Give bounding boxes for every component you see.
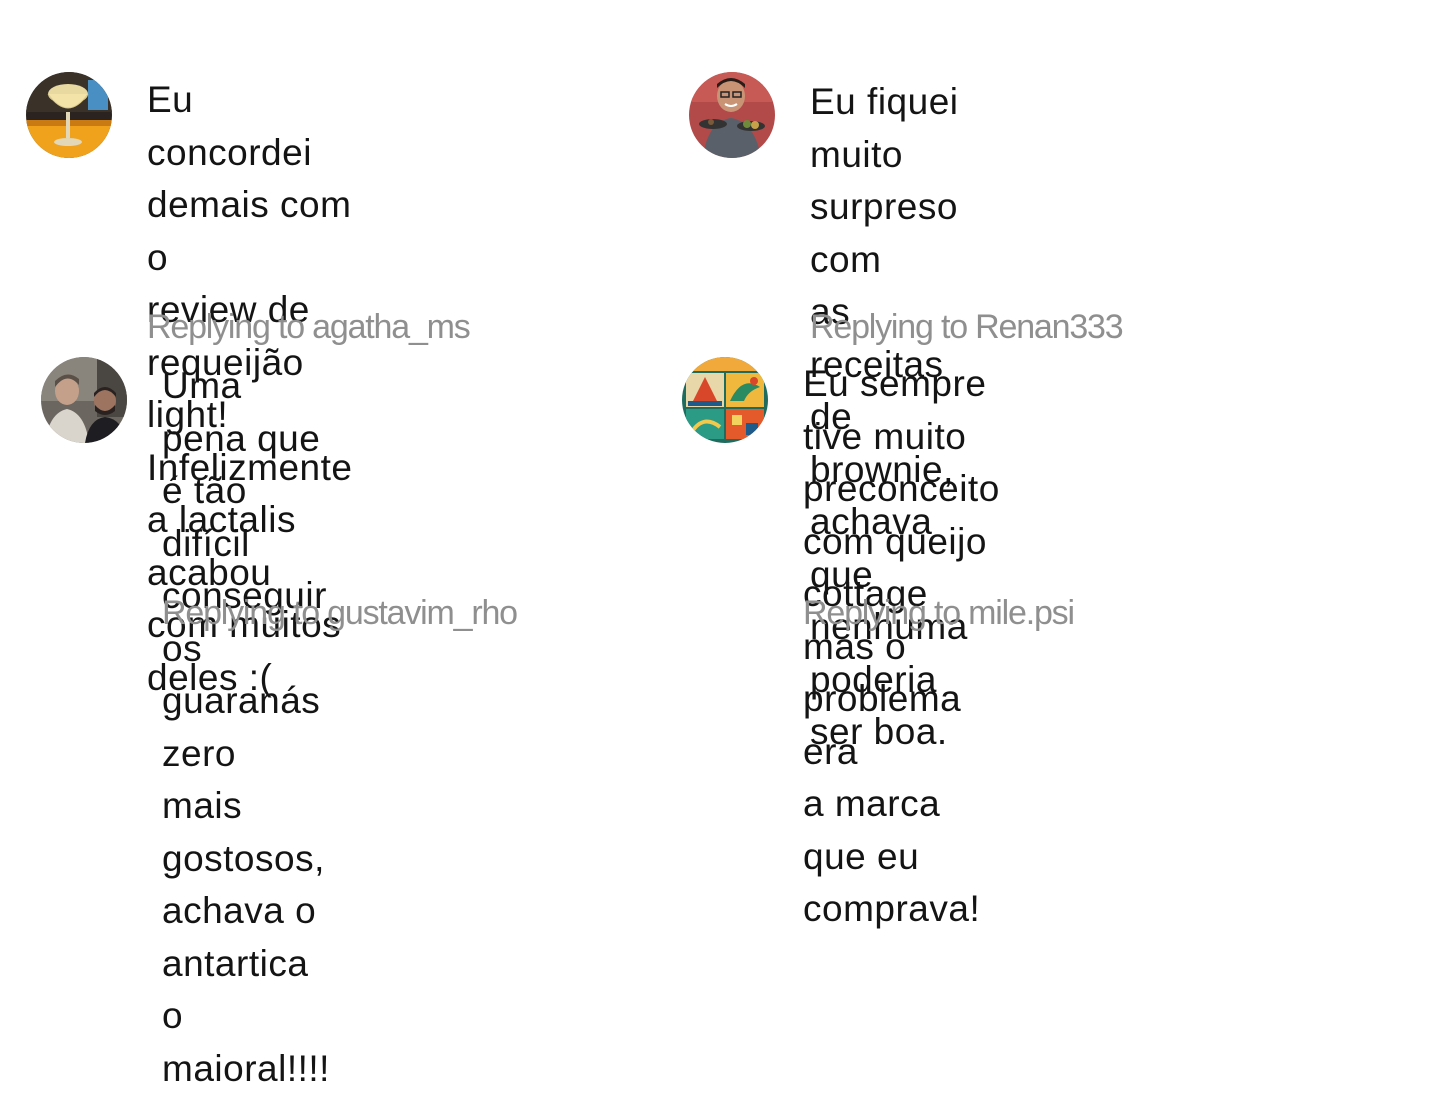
avatar[interactable] (26, 72, 112, 158)
two-people-avatar-icon (41, 357, 127, 443)
reply-username[interactable]: mile.psi (968, 594, 1075, 632)
reply-prefix: Replying to (162, 594, 320, 632)
colorful-illustration-avatar-icon (682, 357, 768, 443)
reply-prefix: Replying to (803, 594, 961, 632)
drink-glass-avatar-icon (26, 72, 112, 158)
reply-line[interactable]: Replying to gustavim_rho (162, 594, 518, 633)
avatar[interactable] (682, 357, 768, 443)
man-holding-plates-avatar-icon (689, 72, 775, 158)
reply-line[interactable]: Replying to mile.psi (803, 594, 1075, 633)
reply-line[interactable]: Replying to Renan333 (810, 308, 1124, 347)
reply-line[interactable]: Replying to agatha_ms (147, 308, 471, 347)
reply-username[interactable]: Renan333 (975, 308, 1124, 346)
avatar[interactable] (41, 357, 127, 443)
comment-text: Uma pena que é tão difícil conseguir os … (162, 365, 330, 1089)
comment-text: Eu sempre tive muito preconceito com que… (803, 363, 1000, 929)
reply-prefix: Replying to (147, 308, 305, 346)
reply-username[interactable]: agatha_ms (312, 308, 471, 346)
reply-username[interactable]: gustavim_rho (327, 594, 518, 632)
reply-prefix: Replying to (810, 308, 968, 346)
avatar[interactable] (689, 72, 775, 158)
